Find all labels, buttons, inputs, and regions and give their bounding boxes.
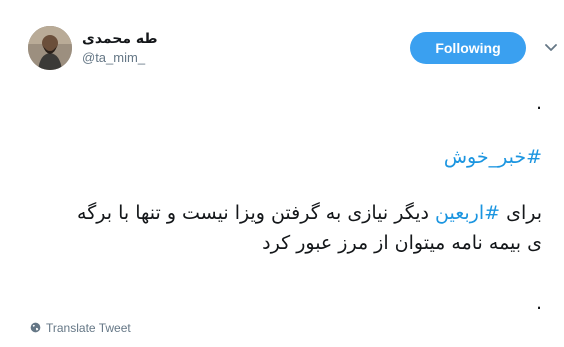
- tweet-header: طه محمدی @ta_mim_ Following: [28, 26, 557, 72]
- tweet-line: .: [535, 292, 542, 314]
- tweet-text-segment: دیگر نیازی به گرفتن ویزا نیست و تنها با …: [77, 202, 435, 224]
- avatar[interactable]: [28, 26, 72, 70]
- hashtag-link[interactable]: #اربعین: [435, 202, 500, 224]
- tweet-line: .: [535, 92, 542, 114]
- tweet-line: #خبر_خوش: [28, 142, 542, 172]
- hashtag-link[interactable]: #خبر_خوش: [444, 146, 542, 168]
- user-handle[interactable]: @ta_mim_: [82, 49, 158, 66]
- tweet-line: ی بیمه نامه میتوان از مرز عبور کرد: [262, 232, 542, 254]
- chevron-down-icon[interactable]: [542, 39, 560, 57]
- globe-icon: [30, 318, 41, 337]
- user-info: طه محمدی @ta_mim_: [82, 30, 158, 66]
- tweet-text-segment: برای: [500, 202, 542, 224]
- translate-tweet-link[interactable]: Translate Tweet: [30, 318, 131, 337]
- translate-label: Translate Tweet: [46, 320, 131, 335]
- following-button[interactable]: Following: [410, 32, 526, 64]
- display-name[interactable]: طه محمدی: [82, 30, 158, 48]
- tweet-line: برای #اربعین دیگر نیازی به گرفتن ویزا نی…: [28, 198, 542, 228]
